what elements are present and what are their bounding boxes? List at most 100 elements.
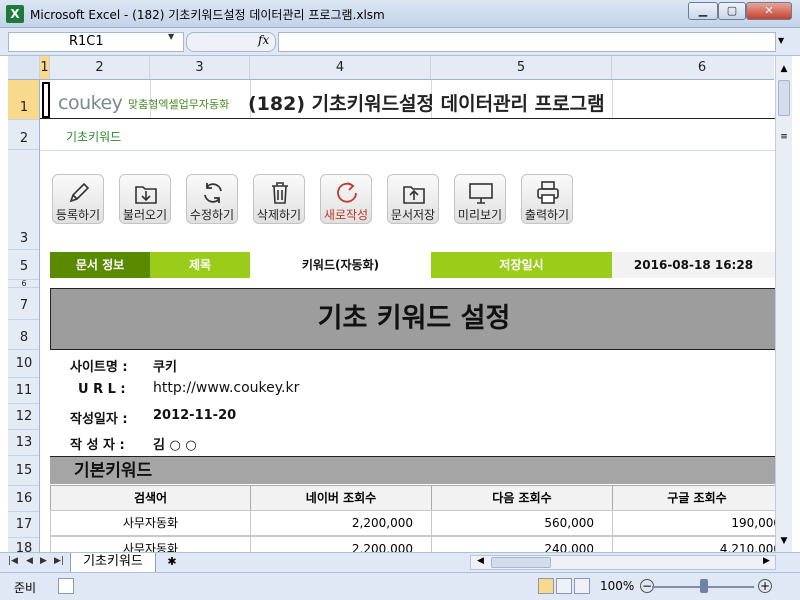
row-header[interactable]: 3	[8, 150, 39, 250]
row-header[interactable]: 18	[8, 538, 39, 552]
row-header[interactable]: 8	[8, 320, 39, 350]
excel-icon[interactable]: X	[6, 5, 24, 23]
doc-info-label: 문서 정보	[50, 252, 150, 278]
close-button[interactable]: ✕	[746, 2, 792, 20]
macro-record-icon[interactable]	[58, 578, 74, 594]
expand-formula-icon[interactable]: ▼	[778, 36, 784, 45]
row-header[interactable]: 17	[8, 512, 39, 538]
save-document-label: 문서저장	[390, 208, 436, 222]
window-titlebar: X Microsoft Excel - (182) 기초키워드설정 데이터관리 …	[0, 0, 800, 28]
insert-sheet-icon[interactable]: ✱	[160, 555, 184, 571]
worksheet-area[interactable]: coukey 맞춤형엑셀업무자동화 (182) 기초키워드설정 데이터관리 프로…	[40, 80, 775, 552]
chevron-down-icon[interactable]: ▼	[168, 32, 174, 41]
table-header-keyword[interactable]: 검색어	[50, 485, 251, 511]
new-circle-arrow-icon	[337, 182, 357, 203]
saved-at-value[interactable]: 2016-08-18 16:28	[612, 252, 775, 278]
column-header[interactable]: 6	[612, 56, 774, 79]
chevron-right-icon[interactable]: ▶	[763, 556, 770, 566]
zoom-in-icon[interactable]: +	[758, 579, 772, 593]
page-break-view-icon[interactable]	[574, 578, 590, 594]
edit-label: 수정하기	[189, 208, 235, 222]
row-header[interactable]: 6	[8, 280, 39, 288]
row-header[interactable]: 12	[8, 404, 39, 430]
trash-icon	[272, 182, 288, 204]
table-cell[interactable]: 190,000	[612, 510, 775, 536]
column-headers: 1 2 3 4 5 6	[8, 56, 774, 80]
row-header[interactable]: 11	[8, 378, 39, 404]
status-ready: 준비	[14, 581, 37, 595]
table-cell[interactable]: 사무자동화	[50, 510, 251, 536]
table-header-naver[interactable]: 네이버 조회수	[250, 485, 432, 511]
vertical-scroll-thumb[interactable]	[778, 80, 790, 116]
row-header[interactable]: 7	[8, 288, 39, 320]
page-layout-view-icon[interactable]	[556, 578, 572, 594]
print-label: 출력하기	[524, 208, 570, 222]
row-header[interactable]: 1	[8, 80, 39, 120]
select-all-corner[interactable]	[8, 56, 40, 79]
minimize-button[interactable]: ▁	[688, 2, 718, 20]
active-cell-cursor	[42, 82, 50, 118]
coukey-logo: coukey	[58, 92, 123, 114]
column-header[interactable]: 4	[250, 56, 431, 79]
normal-view-icon[interactable]	[538, 578, 554, 594]
author-label: 작 성 자 :	[70, 438, 125, 453]
horizontal-scroll-thumb[interactable]	[491, 557, 551, 568]
site-name-label: 사이트명 :	[70, 360, 128, 375]
column-header[interactable]: 2	[50, 56, 150, 79]
prev-sheet-icon[interactable]: ◀	[26, 556, 33, 566]
table-cell[interactable]: 240,000	[431, 536, 613, 552]
saved-at-label: 저장일시	[431, 252, 612, 278]
chevron-down-icon[interactable]: ▼	[778, 536, 790, 548]
author-value[interactable]: 김 ○ ○	[153, 434, 197, 453]
table-cell[interactable]: 560,000	[431, 510, 613, 536]
pencil-icon	[69, 182, 90, 203]
last-sheet-icon[interactable]: ▶|	[54, 556, 64, 566]
first-sheet-icon[interactable]: |◀	[8, 556, 18, 566]
zoom-slider-thumb[interactable]	[700, 579, 708, 593]
row-header[interactable]: 10	[8, 350, 39, 378]
column-header[interactable]: 1	[40, 56, 50, 79]
doc-title-value[interactable]: 키워드(자동화)	[250, 252, 431, 278]
insert-function-icon[interactable]: fx	[258, 33, 269, 47]
load-label: 불러오기	[122, 208, 168, 222]
doc-title-label: 제목	[150, 252, 250, 278]
refresh-arrows-icon	[204, 183, 222, 203]
new-document-label: 새로작성	[323, 208, 369, 222]
split-handle-icon[interactable]: ≡	[778, 132, 790, 142]
table-header-daum[interactable]: 다음 조회수	[431, 485, 613, 511]
section-title: 기본키워드	[50, 456, 775, 484]
row-header[interactable]: 16	[8, 486, 39, 512]
table-cell[interactable]: 4,210,000	[612, 536, 775, 552]
logo-tagline: 맞춤형엑셀업무자동화	[128, 98, 230, 111]
column-header[interactable]: 5	[431, 56, 612, 79]
column-header[interactable]: 3	[150, 56, 250, 79]
next-sheet-icon[interactable]: ▶	[40, 556, 47, 566]
formula-bar: R1C1 ▼ fx ▼	[0, 28, 800, 56]
row-header[interactable]: 15	[8, 456, 39, 486]
name-box[interactable]: R1C1	[8, 32, 184, 52]
row-header[interactable]: 13	[8, 430, 39, 456]
url-value[interactable]: http://www.coukey.kr	[153, 380, 299, 396]
breadcrumb: 기초키워드	[66, 130, 122, 144]
vertical-scrollbar[interactable]: ▲ ≡ ▼	[775, 56, 792, 552]
sheet-tab-bar: |◀ ◀ ▶ ▶| 기초키워드 ✱ ◀ ▶	[0, 552, 800, 573]
row-header[interactable]: 5	[8, 250, 39, 280]
table-header-google[interactable]: 구글 조회수	[612, 485, 775, 511]
table-cell[interactable]: 2,200,000	[250, 510, 432, 536]
chevron-left-icon[interactable]: ◀	[477, 556, 484, 566]
formula-input[interactable]	[278, 32, 776, 52]
status-bar: 준비 100% − +	[0, 572, 800, 600]
header-divider	[40, 118, 775, 119]
row-header[interactable]: 2	[8, 120, 39, 150]
sheet-tab[interactable]: 기초키워드	[70, 553, 156, 573]
chevron-up-icon[interactable]: ▲	[778, 64, 790, 76]
zoom-level[interactable]: 100%	[600, 579, 634, 593]
maximize-button[interactable]: ▢	[718, 2, 746, 20]
horizontal-scrollbar[interactable]: ◀ ▶	[470, 555, 776, 570]
created-date-value[interactable]: 2012-11-20	[153, 408, 236, 423]
site-name-value[interactable]: 쿠키	[153, 356, 177, 375]
register-label: 등록하기	[55, 208, 101, 222]
table-cell[interactable]: 사무자동화	[50, 536, 251, 552]
printer-icon	[537, 181, 559, 204]
table-cell[interactable]: 2,200,000	[250, 536, 432, 552]
